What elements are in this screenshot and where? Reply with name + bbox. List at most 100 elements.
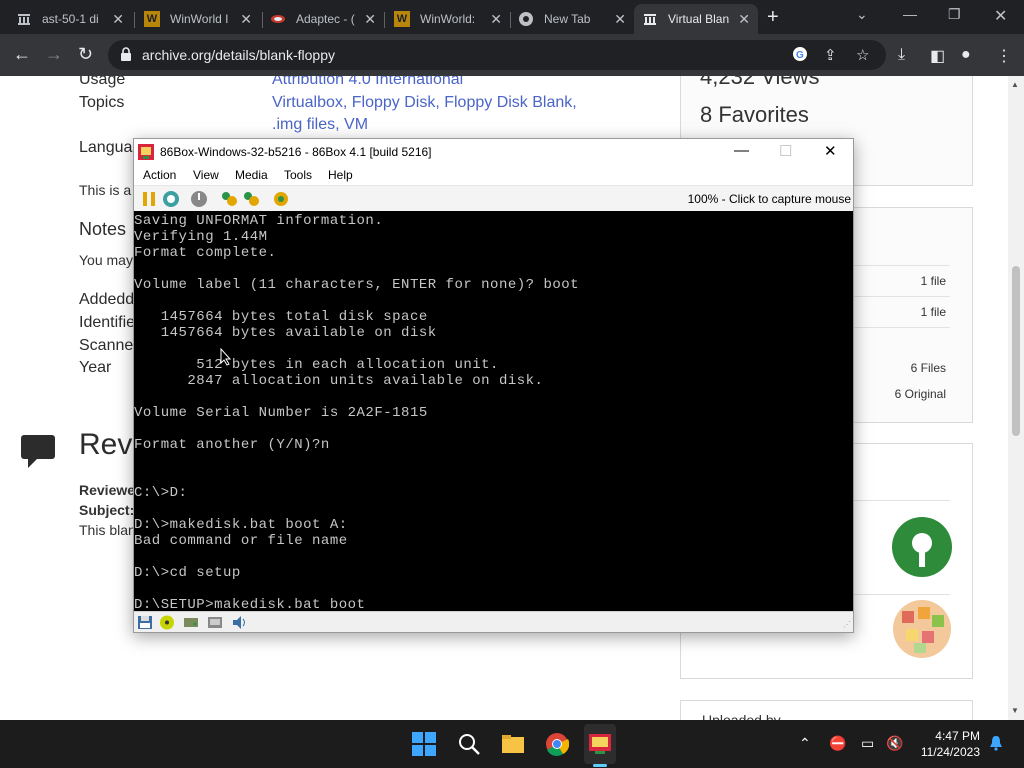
menu-tools[interactable]: Tools bbox=[284, 168, 312, 182]
restore-icon[interactable]: ❐ bbox=[948, 6, 961, 23]
open-source-logo-icon[interactable] bbox=[892, 517, 952, 582]
clock-date[interactable]: 11/24/2023 bbox=[921, 745, 980, 759]
vm-minimize-icon[interactable]: — bbox=[734, 142, 749, 159]
forward-arrow-icon[interactable]: → bbox=[45, 44, 63, 65]
pause-icon[interactable] bbox=[140, 190, 158, 208]
notes-heading: Notes bbox=[79, 219, 127, 239]
network-disconnected-icon[interactable]: ⛔ bbox=[829, 735, 846, 752]
mouse-cursor-icon bbox=[220, 347, 232, 371]
file-explorer-icon[interactable] bbox=[501, 732, 525, 756]
topics-links[interactable]: Virtualbox, Floppy Disk, Floppy Disk Bla… bbox=[272, 94, 577, 112]
tab-4[interactable]: W WinWorld: ✕ bbox=[386, 4, 510, 34]
reviewer-label: Reviewe bbox=[79, 482, 136, 498]
download-row-count[interactable]: 1 file bbox=[921, 274, 946, 288]
show-hidden-icons-chevron-icon[interactable]: ⌃ bbox=[799, 735, 811, 752]
clock-time[interactable]: 4:47 PM bbox=[935, 729, 980, 743]
scroll-down-arrow-icon[interactable]: ▼ bbox=[1011, 706, 1019, 715]
menu-view[interactable]: View bbox=[193, 168, 219, 182]
adaptec-icon bbox=[270, 11, 286, 27]
chrome-taskbar-icon[interactable] bbox=[545, 732, 570, 756]
power-icon[interactable] bbox=[190, 190, 208, 208]
download-row-count[interactable]: 1 file bbox=[921, 305, 946, 319]
share-icon[interactable]: ⇪ bbox=[824, 46, 837, 64]
minimize-icon[interactable]: — bbox=[903, 6, 917, 22]
hard-reset-icon[interactable] bbox=[162, 190, 180, 208]
meta-label-topics: Topics bbox=[79, 94, 125, 111]
community-logo-icon[interactable] bbox=[892, 599, 952, 664]
start-windows-icon[interactable] bbox=[412, 732, 436, 756]
review-text: This blan bbox=[79, 522, 136, 538]
86box-app-icon bbox=[138, 144, 154, 165]
download-icon[interactable]: ⤓ bbox=[898, 46, 905, 64]
menu-media[interactable]: Media bbox=[235, 168, 268, 182]
ctrl-alt-del-icon[interactable] bbox=[220, 190, 238, 208]
tab-5[interactable]: New Tab ✕ bbox=[510, 4, 634, 34]
tab-close-icon[interactable]: ✕ bbox=[112, 11, 124, 28]
url-text[interactable]: archive.org/details/blank-floppy bbox=[142, 47, 335, 63]
tab-close-icon[interactable]: ✕ bbox=[364, 11, 376, 28]
favorites-count: 8 Favorites bbox=[700, 102, 809, 127]
detail-scanner: Scanne bbox=[79, 337, 134, 354]
meta-label-usage: Usage bbox=[79, 76, 126, 88]
capture-status-text[interactable]: 100% - Click to capture mouse bbox=[688, 192, 851, 206]
new-tab-button[interactable]: + bbox=[767, 6, 779, 29]
tab-close-icon[interactable]: ✕ bbox=[490, 11, 502, 28]
console-line: Bad command or file name bbox=[134, 533, 348, 549]
network-icon[interactable] bbox=[207, 615, 223, 630]
vm-titlebar[interactable]: 86Box-Windows-32-b5216 - 86Box 4.1 [buil… bbox=[134, 139, 853, 165]
lock-icon bbox=[120, 47, 132, 66]
google-lens-icon[interactable]: G bbox=[792, 46, 808, 66]
vm-toolbar: 100% - Click to capture mouse bbox=[134, 185, 853, 211]
hard-disk-icon[interactable] bbox=[183, 615, 199, 630]
menu-kebab-icon[interactable]: ⋮ bbox=[996, 46, 1012, 66]
86box-taskbar-icon[interactable] bbox=[588, 732, 612, 756]
menu-action[interactable]: Action bbox=[143, 168, 176, 182]
archive-icon bbox=[642, 11, 658, 27]
tab-close-icon[interactable]: ✕ bbox=[614, 11, 626, 28]
sound-icon[interactable] bbox=[231, 615, 247, 630]
vm-close-icon[interactable]: ✕ bbox=[824, 142, 837, 160]
reload-icon[interactable]: ↻ bbox=[78, 44, 93, 65]
bookmark-star-icon[interactable]: ☆ bbox=[856, 46, 869, 64]
tab-close-icon[interactable]: ✕ bbox=[738, 11, 750, 28]
tab-close-icon[interactable]: ✕ bbox=[240, 11, 252, 28]
side-panel-icon[interactable]: ◧ bbox=[930, 46, 945, 66]
console-line: Verifying 1.44M bbox=[134, 229, 268, 245]
notes-text: You may bbox=[79, 252, 133, 268]
tab-divider bbox=[384, 12, 385, 28]
emulator-screen[interactable]: Saving UNFORMAT information. Verifying 1.… bbox=[134, 211, 853, 611]
console-line: Format another (Y/N)?n bbox=[134, 437, 330, 453]
license-link[interactable]: Attribution 4.0 International bbox=[272, 76, 463, 89]
tab-6-active[interactable]: Virtual Blan ✕ bbox=[634, 4, 758, 34]
show-all-files-link[interactable]: 6 Files bbox=[911, 361, 946, 375]
address-bar[interactable]: archive.org/details/blank-floppy G ⇪ ☆ bbox=[108, 40, 886, 70]
menu-help[interactable]: Help bbox=[328, 168, 353, 182]
winworld-icon: W bbox=[394, 11, 410, 27]
search-icon[interactable] bbox=[457, 732, 481, 756]
tab-3[interactable]: Adaptec - ( ✕ bbox=[262, 4, 384, 34]
scroll-up-arrow-icon[interactable]: ▲ bbox=[1011, 80, 1019, 89]
profile-icon[interactable]: ● bbox=[961, 46, 971, 64]
back-arrow-icon[interactable]: ← bbox=[13, 44, 31, 65]
notification-bell-icon[interactable] bbox=[988, 735, 1004, 754]
cdrom-drive-icon[interactable] bbox=[159, 615, 175, 630]
meta-label-language: Langua bbox=[79, 139, 133, 156]
floppy-drive-icon[interactable] bbox=[137, 615, 153, 630]
vm-window[interactable]: 86Box-Windows-32-b5216 - 86Box 4.1 [buil… bbox=[133, 138, 854, 633]
settings-gear-icon[interactable] bbox=[272, 190, 290, 208]
tab-2[interactable]: W WinWorld I ✕ bbox=[136, 4, 260, 34]
volume-muted-icon[interactable]: 🔇 bbox=[886, 735, 903, 752]
browser-toolbar: ← → ↻ archive.org/details/blank-floppy G… bbox=[0, 34, 1024, 76]
tab-search-chevron-icon[interactable]: ⌄ bbox=[856, 6, 868, 23]
original-files-link[interactable]: 6 Original bbox=[895, 387, 946, 401]
topics-links-continued[interactable]: .img files, VM bbox=[272, 116, 368, 134]
resize-grip-icon[interactable]: ⋰ bbox=[843, 620, 851, 629]
ctrl-alt-esc-icon[interactable] bbox=[242, 190, 260, 208]
scrollbar-thumb[interactable] bbox=[1012, 266, 1020, 436]
views-count: 4,232 Views bbox=[700, 76, 820, 89]
tab-1[interactable]: ast-50-1 di ✕ bbox=[8, 4, 132, 34]
close-window-icon[interactable]: ✕ bbox=[994, 6, 1007, 26]
windows-taskbar: ⌃ ⛔ ▭ 🔇 4:47 PM 11/24/2023 bbox=[0, 720, 1024, 768]
display-icon[interactable]: ▭ bbox=[861, 735, 874, 752]
vm-maximize-icon[interactable]: ☐ bbox=[779, 142, 792, 160]
